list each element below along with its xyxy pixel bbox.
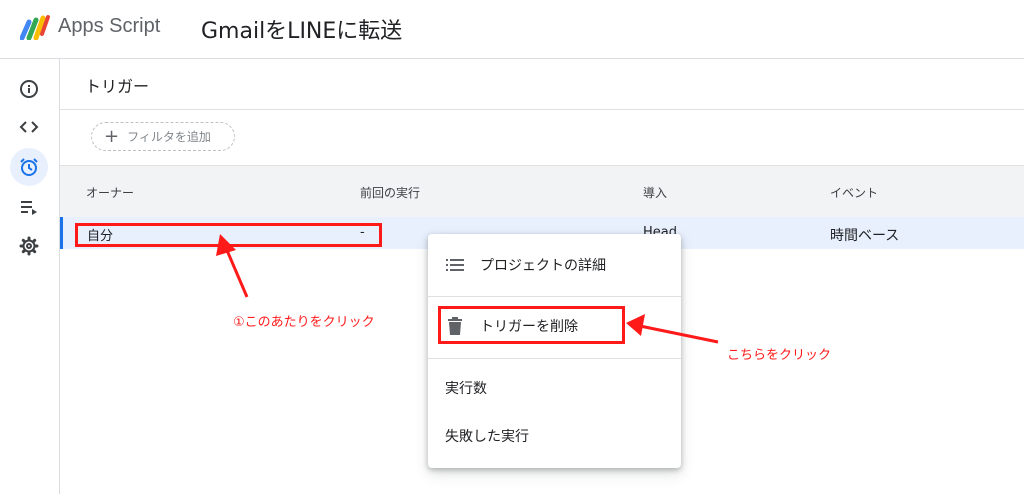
annotation-arrows [216,234,719,344]
annotation-row-hint: ①このあたりをクリック [233,315,375,330]
arrow-to-delete [639,324,719,344]
arrow-head-row [216,234,236,256]
arrow-to-row [224,247,249,298]
annotation-delete-hint: こちらをクリック [727,348,832,363]
arrow-head-delete [626,314,645,336]
